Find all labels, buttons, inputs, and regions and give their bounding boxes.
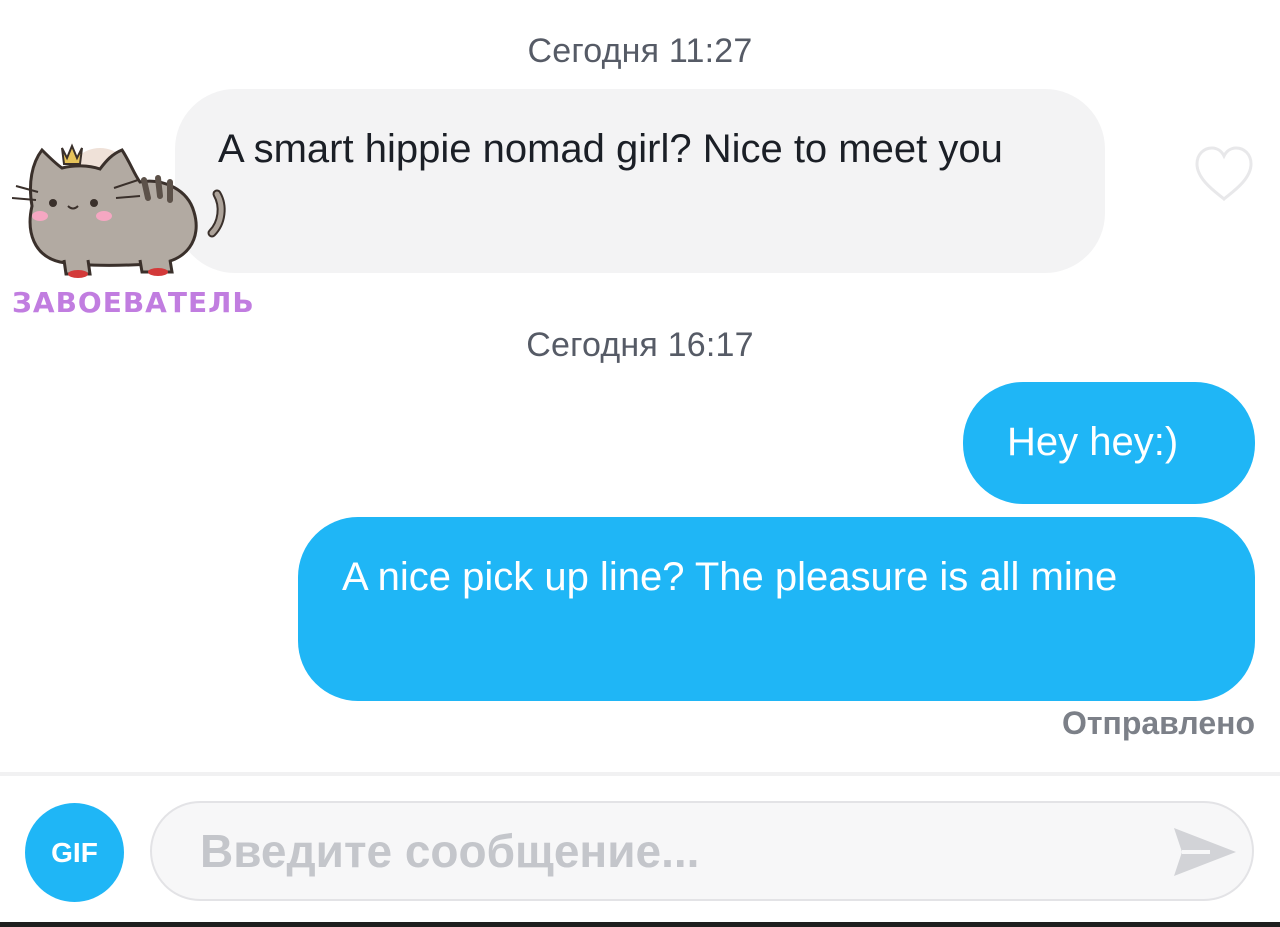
outgoing-message-bubble[interactable]: Hey hey:) xyxy=(963,382,1255,504)
timestamp-2: Сегодня 16:17 xyxy=(526,326,754,364)
incoming-message-bubble[interactable]: A smart hippie nomad girl? Nice to meet … xyxy=(175,89,1105,273)
send-arrow-icon[interactable] xyxy=(1170,822,1240,882)
message-input[interactable] xyxy=(150,801,1254,901)
sticker-label: ЗАВОЕВАТЕЛЬ xyxy=(12,286,255,319)
outgoing-message-bubble[interactable]: A nice pick up line? The pleasure is all… xyxy=(298,517,1255,701)
pusheen-cat-with-crown-icon xyxy=(12,143,226,278)
heart-icon[interactable] xyxy=(1193,144,1255,206)
gif-button[interactable]: GIF xyxy=(25,803,124,902)
bottom-divider xyxy=(0,922,1280,927)
delivery-status: Отправлено xyxy=(1061,705,1255,741)
timestamp-1: Сегодня 11:27 xyxy=(527,32,753,70)
